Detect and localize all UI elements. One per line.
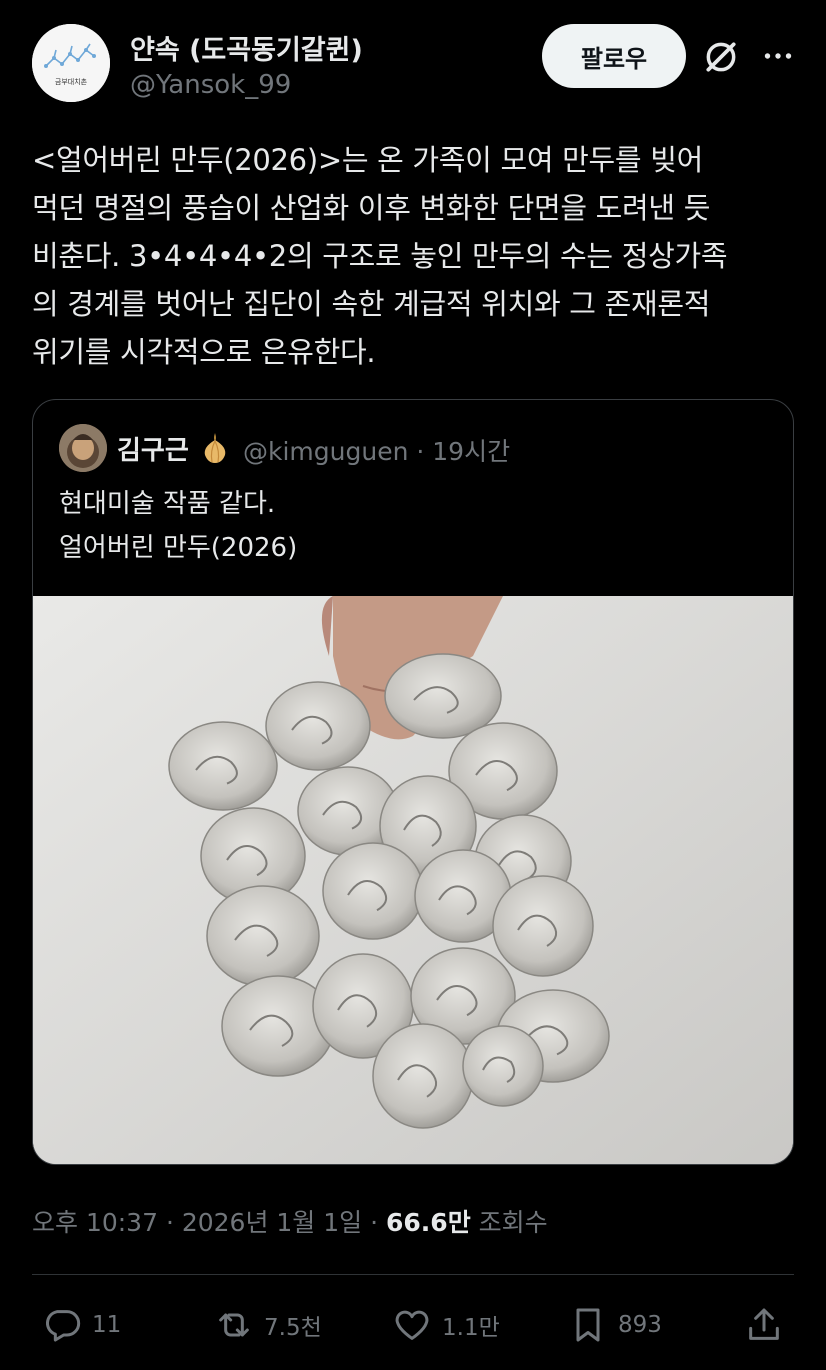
action-bar: 11 7.5천 1.1만 893: [0, 1300, 826, 1350]
tweet-line: 비춘다. 3•4•4•4•2의 구조로 놓인 만두의 수는 정상가족: [32, 239, 728, 273]
bookmark-count: 893: [618, 1312, 662, 1338]
repost-count: 7.5천: [264, 1315, 322, 1341]
share-icon: [749, 1308, 779, 1340]
more-icon[interactable]: [760, 38, 796, 74]
quoted-handle-time[interactable]: @kimguguen · 19시간: [243, 432, 510, 468]
like-count: 1.1만: [442, 1315, 500, 1341]
tweet-line: 위기를 시각적으로 은유한다.: [32, 335, 376, 369]
repost-button[interactable]: 7.5천: [214, 1300, 322, 1350]
tweet-line: 의 경계를 벗어난 집단이 속한 계급적 위치와 그 존재론적: [32, 287, 711, 321]
dumpling: [168, 721, 278, 811]
quoted-text: 현대미술 작품 같다. 얼어버린 만두(2026): [59, 482, 759, 570]
quoted-author-name[interactable]: 김구근: [117, 430, 189, 467]
quoted-line: 현대미술 작품 같다.: [59, 489, 276, 519]
avatar-caption: 금부대치촌: [55, 77, 88, 86]
author-avatar[interactable]: 금부대치촌: [32, 24, 110, 102]
onion-icon: [204, 433, 226, 463]
bookmark-button[interactable]: 893: [568, 1300, 662, 1350]
reply-button[interactable]: 11: [42, 1300, 121, 1350]
heart-icon: [395, 1310, 429, 1340]
dumpling: [322, 842, 424, 940]
like-button[interactable]: 1.1만: [392, 1300, 500, 1350]
tweet-meta: 오후 10:37 · 2026년 1월 1일 · 66.6만 조회수: [32, 1203, 548, 1239]
views-count: 66.6만: [386, 1208, 471, 1237]
dumpling: [372, 1023, 474, 1129]
author-name[interactable]: 얀속 (도곡동기갈퀸): [130, 28, 363, 67]
quoted-tweet[interactable]: 김구근 @kimguguen · 19시간 현대미술 작품 같다. 얼어버린 만…: [32, 399, 794, 1165]
frozen-dumplings-photo: [33, 596, 793, 1164]
views-label: 조회수: [470, 1208, 548, 1237]
avatar-logo-image: 금부대치촌: [32, 24, 110, 102]
dumpling: [462, 1025, 544, 1107]
author-handle[interactable]: @Yansok_99: [130, 70, 291, 100]
dumpling: [265, 681, 371, 771]
tweet-text: <얼어버린 만두(2026)>는 온 가족이 모여 만두를 빚어 먹던 명절의 …: [32, 136, 802, 376]
divider: [32, 1274, 794, 1275]
quoted-avatar-image: [59, 424, 107, 472]
follow-button[interactable]: 팔로우: [542, 24, 686, 88]
dumpling: [492, 875, 594, 977]
quoted-author-avatar[interactable]: [59, 424, 107, 472]
tweet-line: <얼어버린 만두(2026)>는 온 가족이 모여 만두를 빚어: [32, 143, 703, 177]
share-button[interactable]: [744, 1300, 784, 1350]
bookmark-icon: [576, 1308, 600, 1342]
tweet-line: 먹던 명절의 풍습이 산업화 이후 변화한 단면을 도려낸 듯: [32, 191, 711, 225]
reply-icon: [45, 1310, 81, 1342]
tweet-header: 금부대치촌 얀속 (도곡동기갈퀸) @Yansok_99 팔로우: [32, 22, 802, 102]
grok-icon[interactable]: [702, 38, 740, 76]
quoted-line: 얼어버린 만두(2026): [59, 533, 298, 563]
quoted-photo[interactable]: [33, 596, 793, 1164]
dumpling: [206, 885, 320, 987]
repost-icon: [219, 1313, 249, 1337]
timestamp[interactable]: 오후 10:37 · 2026년 1월 1일 ·: [32, 1208, 386, 1237]
reply-count: 11: [92, 1312, 122, 1338]
